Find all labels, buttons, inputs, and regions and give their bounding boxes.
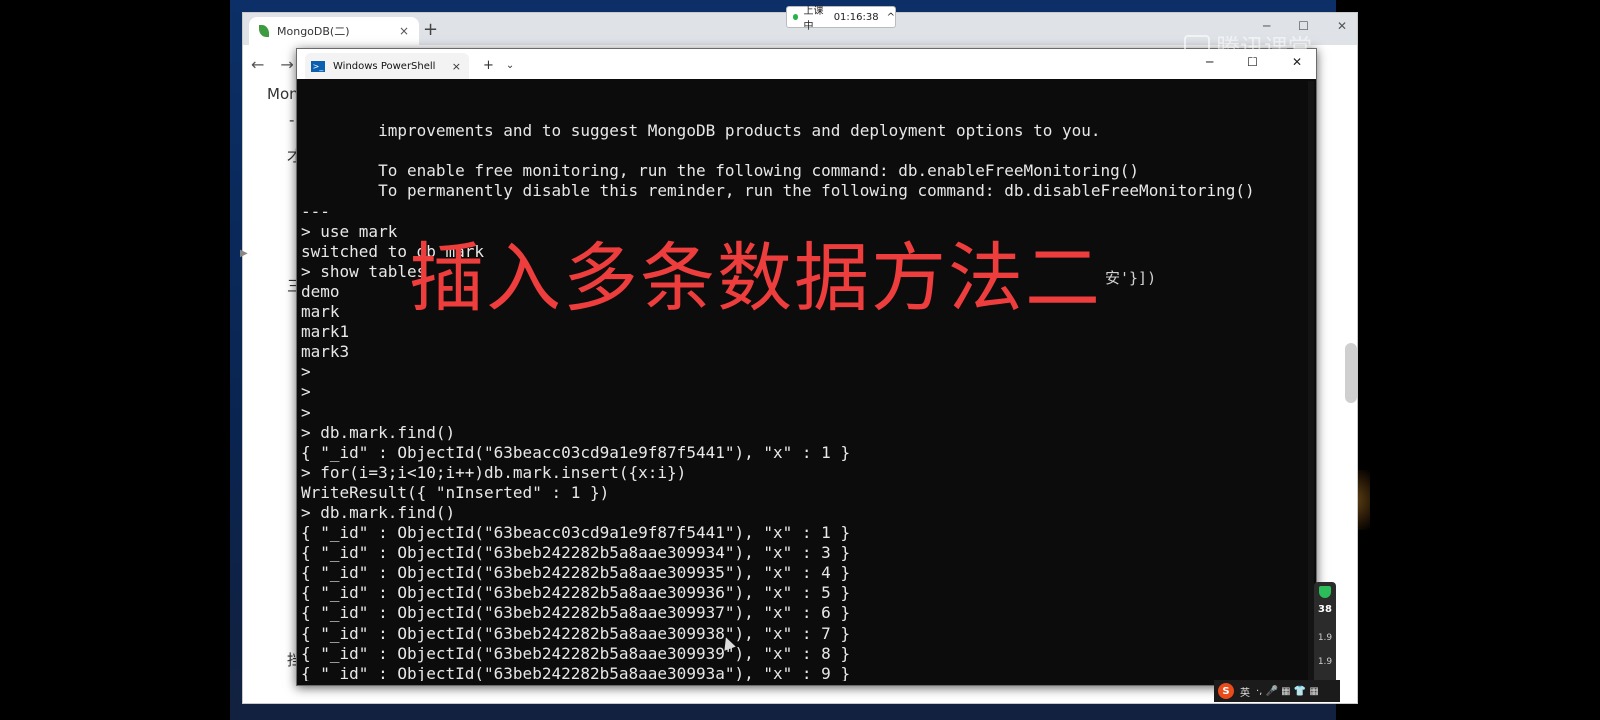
console-line: { "_id" : ObjectId("63beacc03cd9a1e9f87f… [301,523,851,543]
console-line: > for(i=3;i<10;i++)db.mark.insert({x:i}) [301,462,687,482]
powershell-tab-title: Windows PowerShell [333,60,436,72]
console-line: { "_id" : ObjectId("63beb242282b5a8aae30… [301,623,851,643]
browser-close-button[interactable]: ✕ [1337,19,1347,33]
console-line: > [301,362,311,382]
recording-status: 上课中 [803,6,824,32]
recording-dot-icon [793,14,799,20]
browser-tab-title: MongoDB(二) [277,25,350,38]
shield-icon [1319,586,1331,598]
chevron-up-icon[interactable]: ^ [887,12,895,23]
console-partial-text: 安'}]) [1105,269,1157,287]
console-line: > db.mark.find() [301,422,456,442]
console-line: { "_id" : ObjectId("63beb242282b5a8aae30… [301,643,851,663]
forward-arrow-icon[interactable]: → [280,55,293,74]
console-line: { "_id" : ObjectId("63beb242282b5a8aae30… [301,603,851,623]
console-line: improvements and to suggest MongoDB prod… [301,121,1101,141]
watermark: 腾讯课堂 [1184,28,1312,63]
monitor-value: 1.9 [1317,657,1333,667]
desktop-right-area [1336,0,1600,720]
console-line: { "_id" : ObjectId("63beb242282b5a8aae30… [301,583,851,603]
browser-scrollbar[interactable] [1345,343,1357,403]
ime-language[interactable]: 英 [1240,684,1250,699]
recording-time: 01:16:38 [833,11,879,23]
powershell-title-bar: >_ Windows PowerShell × + ⌄ ─ ☐ ✕ [297,49,1316,79]
console-line: > db.mark.find() [301,502,456,522]
console-line: To permanently disable this reminder, ru… [301,181,1255,201]
console-line: mark3 [301,342,350,362]
recording-indicator[interactable]: 上课中 01:16:38 ^ [786,6,896,32]
overlay-caption: 插入多条数据方法二 [409,234,1103,322]
sogou-logo-icon: S [1218,683,1234,699]
console-line: > [301,382,311,402]
browser-tab-mongodb[interactable]: MongoDB(二) × [249,17,419,45]
powershell-new-tab-button[interactable]: + [483,58,494,73]
console-line: { "_id" : ObjectId("63beb242282b5a8aae30… [301,663,851,681]
console-output[interactable]: improvements and to suggest MongoDB prod… [301,81,1291,681]
powershell-icon: >_ [311,60,325,72]
console-line: WriteResult({ "nInserted" : 1 }) [301,482,610,502]
back-arrow-icon[interactable]: ← [251,55,264,74]
ime-tool-icons[interactable]: ·, 🎤 ▦ 👕 ▦ [1256,686,1319,697]
system-monitor-widget[interactable]: 38 1.9 1.9 [1314,582,1336,690]
browser-tab-close-icon[interactable]: × [399,24,409,38]
monitor-value: 1.9 [1317,633,1333,643]
collapse-arrow-icon[interactable]: ▶ [240,248,248,259]
console-line: { "_id" : ObjectId("63beacc03cd9a1e9f87f… [301,442,851,462]
mongodb-leaf-icon [259,25,269,37]
console-line: { "_id" : ObjectId("63beb242282b5a8aae30… [301,543,851,563]
browser-new-tab-button[interactable]: + [423,19,438,40]
powershell-window: >_ Windows PowerShell × + ⌄ ─ ☐ ✕ improv… [296,48,1317,686]
console-line: To enable free monitoring, run the follo… [301,161,1140,181]
chevron-down-icon[interactable]: ⌄ [506,60,514,71]
monitor-percent: 38 [1318,604,1332,615]
ime-toolbar[interactable]: S 英 ·, 🎤 ▦ 👕 ▦ [1214,680,1340,702]
watermark-logo-icon [1184,34,1210,57]
powershell-tab[interactable]: >_ Windows PowerShell × [305,53,469,79]
watermark-text: 腾讯课堂 [1216,34,1312,62]
console-line: { "_id" : ObjectId("63beb242282b5a8aae30… [301,563,851,583]
powershell-tab-close-icon[interactable]: × [452,60,461,73]
console-line: > [301,402,311,422]
page-text-fragment: - [289,111,295,129]
